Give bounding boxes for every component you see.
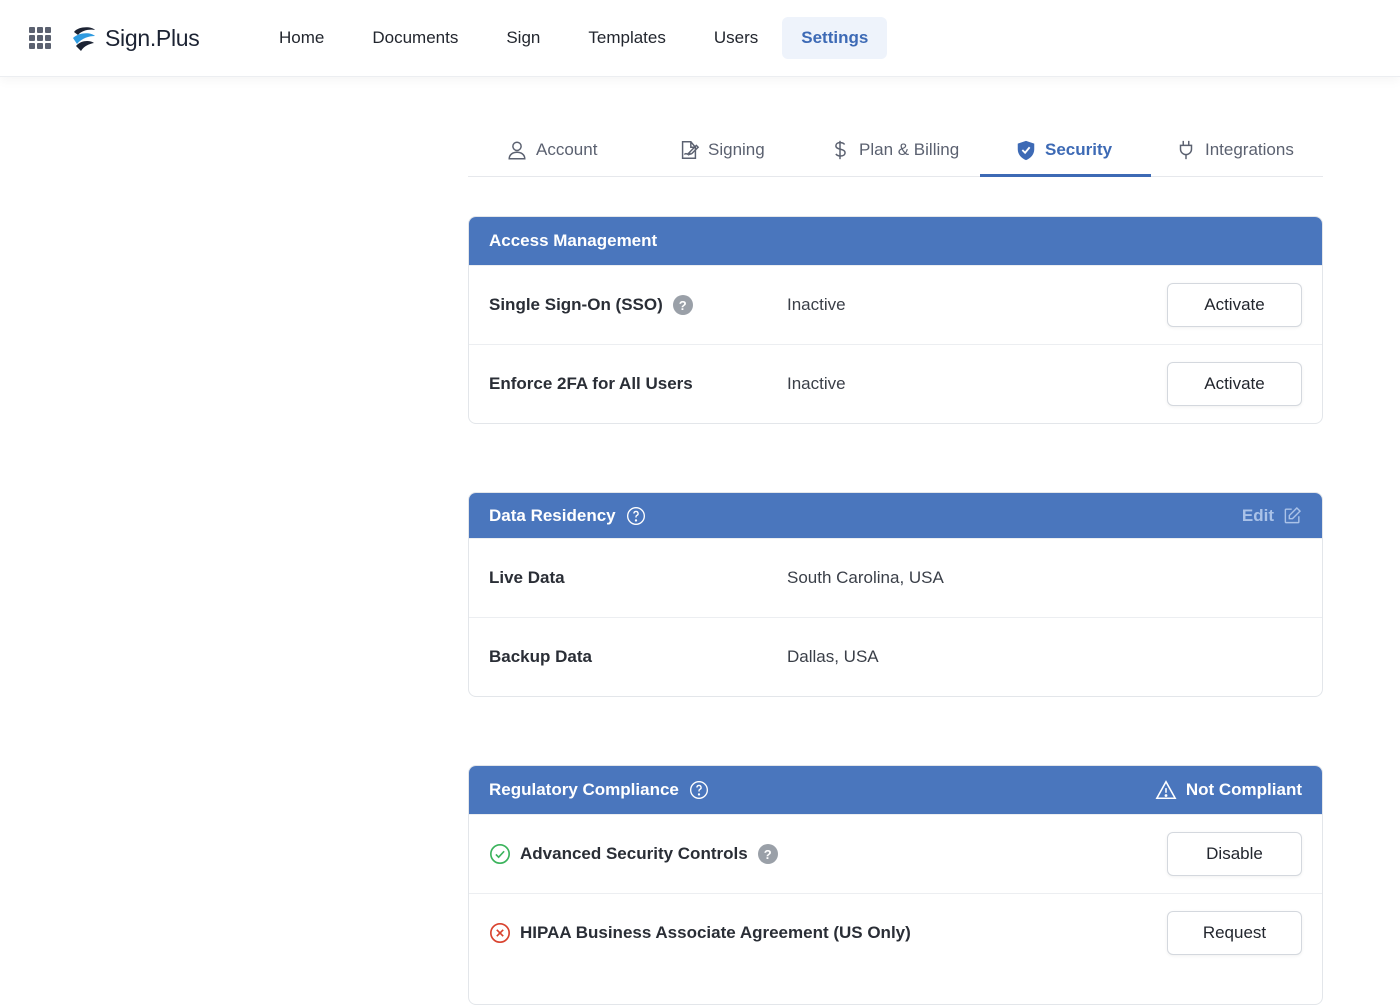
signing-icon xyxy=(681,140,700,159)
setting-label: Single Sign-On (SSO) xyxy=(489,295,663,314)
tab-signing[interactable]: Signing xyxy=(678,122,765,177)
card-title: Data Residency xyxy=(489,505,616,525)
data-residency-card: Data Residency Edit Live Data South Caro… xyxy=(468,492,1323,697)
compliance-status-text: Not Compliant xyxy=(1185,780,1302,799)
card-header: Access Management xyxy=(469,217,1322,265)
warning-triangle-icon xyxy=(1155,780,1177,800)
help-icon[interactable]: ? xyxy=(672,295,693,315)
brand-logo[interactable]: Sign.Plus xyxy=(70,22,200,54)
residency-row-live: Live Data South Carolina, USA xyxy=(469,538,1322,617)
status-text: Inactive xyxy=(787,374,846,393)
location-value: South Carolina, USA xyxy=(787,568,944,587)
compliance-row-advanced-security: Advanced Security Controls ? Disable xyxy=(469,814,1322,893)
request-button[interactable]: Request xyxy=(1167,911,1302,955)
brand-name: Sign.Plus xyxy=(105,24,200,51)
residency-row-backup: Backup Data Dallas, USA xyxy=(469,617,1322,696)
user-icon xyxy=(508,140,526,159)
regulatory-compliance-card: Regulatory Compliance Not Compliant Adva… xyxy=(468,765,1323,1005)
check-circle-icon xyxy=(490,844,510,864)
tab-label: Plan & Billing xyxy=(859,139,960,159)
tab-label: Integrations xyxy=(1205,139,1294,159)
status-text: Inactive xyxy=(787,295,846,314)
setting-label: Live Data xyxy=(489,568,565,587)
edit-icon xyxy=(1284,506,1302,524)
tab-label: Signing xyxy=(708,139,765,159)
setting-row-2fa: Enforce 2FA for All Users Inactive Activ… xyxy=(469,344,1322,423)
setting-row-sso: Single Sign-On (SSO) ? Inactive Activate xyxy=(469,265,1322,344)
app-launcher-icon[interactable] xyxy=(29,27,51,49)
tab-account[interactable]: Account xyxy=(506,122,597,177)
x-circle-icon xyxy=(490,923,510,943)
tab-plan-billing[interactable]: Plan & Billing xyxy=(829,122,959,177)
help-icon[interactable]: ? xyxy=(757,844,778,864)
activate-2fa-button[interactable]: Activate xyxy=(1167,362,1302,406)
edit-residency-button[interactable]: Edit xyxy=(1242,506,1302,526)
top-navigation-bar: Sign.Plus Home Documents Sign Templates … xyxy=(0,0,1400,77)
dollar-icon xyxy=(835,140,846,159)
nav-settings[interactable]: Settings xyxy=(782,17,888,59)
tab-label: Account xyxy=(536,139,598,159)
shield-icon xyxy=(1017,140,1035,160)
question-circle-icon[interactable] xyxy=(626,506,646,526)
edit-label: Edit xyxy=(1241,505,1274,525)
sign-plus-logo-icon xyxy=(73,27,95,51)
nav-sign[interactable]: Sign xyxy=(482,17,564,59)
setting-label: Enforce 2FA for All Users xyxy=(489,374,693,393)
settings-tabs: Account Signing Plan & Billing Security … xyxy=(468,122,1323,177)
tab-label: Security xyxy=(1045,139,1113,159)
nav-users[interactable]: Users xyxy=(690,17,782,59)
setting-label: Advanced Security Controls xyxy=(520,844,748,863)
tab-integrations[interactable]: Integrations xyxy=(1175,122,1294,177)
active-tab-indicator xyxy=(980,174,1151,177)
nav-templates[interactable]: Templates xyxy=(564,17,689,59)
compliance-row-hipaa: HIPAA Business Associate Agreement (US O… xyxy=(469,893,1322,972)
plug-icon xyxy=(1179,140,1193,159)
question-circle-icon[interactable] xyxy=(689,780,709,800)
tab-security[interactable]: Security xyxy=(1015,122,1112,177)
location-value: Dallas, USA xyxy=(787,647,879,666)
card-header: Regulatory Compliance Not Compliant xyxy=(469,766,1322,814)
nav-documents[interactable]: Documents xyxy=(348,17,482,59)
nav-home[interactable]: Home xyxy=(255,17,348,59)
card-title: Access Management xyxy=(489,231,658,250)
activate-sso-button[interactable]: Activate xyxy=(1167,283,1302,327)
access-management-card: Access Management Single Sign-On (SSO) ?… xyxy=(468,216,1323,424)
card-header: Data Residency Edit xyxy=(469,493,1322,538)
compliance-status: Not Compliant xyxy=(1155,779,1302,801)
disable-button[interactable]: Disable xyxy=(1167,832,1302,876)
card-title: Regulatory Compliance xyxy=(489,780,679,799)
setting-label: HIPAA Business Associate Agreement (US O… xyxy=(520,923,911,942)
main-nav: Home Documents Sign Templates Users Sett… xyxy=(255,17,888,59)
setting-label: Backup Data xyxy=(489,647,592,666)
